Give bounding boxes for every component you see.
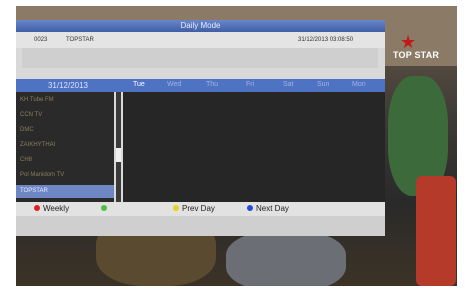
channel-list-item[interactable]: DMC <box>16 124 114 137</box>
channel-logo: ★ TOP STAR <box>385 32 455 64</box>
prev-day-key[interactable]: Prev Day <box>173 204 215 213</box>
next-day-label: Next Day <box>256 204 289 213</box>
channel-list-item[interactable]: KH Tube FM <box>16 94 114 107</box>
blue-key-icon <box>247 204 253 211</box>
channel-number: 0023 <box>34 37 48 43</box>
window-footer <box>16 216 385 236</box>
tv-screen: ★ TOP STAR Daily Mode 0023 TOPSTAR 31/12… <box>0 0 465 291</box>
program-info-panel <box>22 48 378 68</box>
channel-info-row: 0023 TOPSTAR 31/12/2013 03:08:50 <box>16 32 385 48</box>
current-datetime: 31/12/2013 03:08:50 <box>298 37 354 43</box>
tab-day-mon[interactable]: Mon <box>352 81 366 88</box>
selected-date: 31/12/2013 <box>47 81 89 90</box>
weekly-label: Weekly <box>43 204 70 213</box>
prev-day-label: Prev Day <box>182 204 215 213</box>
green-key-icon <box>101 204 107 211</box>
tab-day-wed[interactable]: Wed <box>167 81 181 88</box>
tab-day-tue[interactable]: Tue <box>133 81 145 88</box>
next-day-key[interactable]: Next Day <box>247 204 289 213</box>
tab-day-thu[interactable]: Thu <box>206 81 218 88</box>
color-key-legend: Weekly Prev Day Next Day <box>16 202 385 216</box>
channel-list-scrollbar[interactable] <box>116 92 121 202</box>
background-person <box>226 231 346 286</box>
day-header: 31/12/2013 Tue Wed Thu Fri Sat Sun Mon <box>16 79 385 92</box>
tab-day-sat[interactable]: Sat <box>283 81 294 88</box>
logo-text: TOP STAR <box>393 50 440 60</box>
yellow-key-icon <box>173 204 179 211</box>
channel-list: KH Tube FM CCN TV DMC ZAIKHYTHAI CH8 Pol… <box>16 92 114 202</box>
green-key <box>101 204 110 213</box>
tab-day-sun[interactable]: Sun <box>317 81 329 88</box>
channel-list-item[interactable]: CCN TV <box>16 109 114 122</box>
scrollbar-thumb[interactable] <box>116 148 121 162</box>
channel-list-item[interactable]: ZAIKHYTHAI <box>16 139 114 152</box>
channel-list-item-selected[interactable]: TOPSTAR <box>16 185 114 198</box>
channel-list-item[interactable]: CH8 <box>16 154 114 167</box>
channel-name: TOPSTAR <box>66 37 94 43</box>
red-key-icon <box>34 204 40 211</box>
background-cloth <box>416 176 456 286</box>
weekly-key[interactable]: Weekly <box>34 204 69 213</box>
program-guide-grid[interactable] <box>123 92 385 202</box>
tab-day-fri[interactable]: Fri <box>246 81 254 88</box>
window-title: Daily Mode <box>16 20 385 32</box>
epg-window: Daily Mode 0023 TOPSTAR 31/12/2013 03:08… <box>16 20 385 236</box>
channel-list-item[interactable]: Pol Manidom TV <box>16 169 114 182</box>
